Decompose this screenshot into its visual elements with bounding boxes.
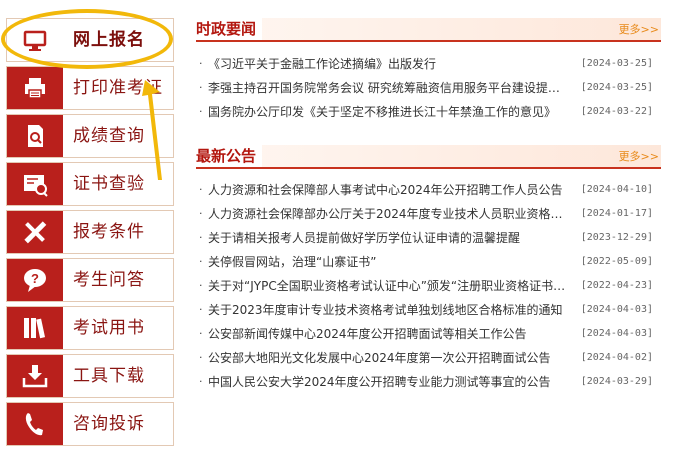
bullet: ·: [199, 375, 203, 388]
notices-header: 最新公告 更多>>: [196, 145, 661, 169]
menu-item-exam-books[interactable]: 考试用书: [6, 306, 174, 350]
notice-link[interactable]: 中国人民公安大学2024年度公开招聘专业能力测试等事宜的公告: [208, 370, 568, 394]
notices-title: 最新公告: [196, 145, 263, 167]
menu-label: 工具下载: [73, 366, 145, 386]
news-date: [2024-03-25]: [580, 58, 653, 69]
notices-list: · 人力资源和社会保障部人事考试中心2024年公开招聘工作人员公告 [2024-04…: [196, 178, 661, 394]
news-list: · 《习近平关于金融工作论述摘编》出版发行 [2024-03-25] · 李强主持召开…: [196, 52, 661, 124]
notice-date: [2024-04-03]: [580, 328, 653, 339]
question-bubble-icon: ?: [7, 259, 63, 301]
list-item: · 中国人民公安大学2024年度公开招聘专业能力测试等事宜的公告 [2024-03-…: [196, 370, 661, 394]
notice-date: [2022-05-09]: [580, 256, 653, 267]
menu-label: 报考条件: [73, 222, 145, 242]
list-item: · 公安部新闻传媒中心2024年度公开招聘面试等相关工作公告 [2024-04-03…: [196, 322, 661, 346]
news-title: 时政要闻: [196, 18, 263, 40]
notices-section: 最新公告 更多>> · 人力资源和社会保障部人事考试中心2024年公开招聘工作人员…: [196, 145, 661, 394]
news-header: 时政要闻 更多>>: [196, 18, 661, 42]
list-item: · 关停假冒网站，治理“山寨证书” [2022-05-09]: [196, 250, 661, 274]
document-search-icon: [7, 115, 63, 157]
menu-label: 证书查验: [73, 174, 145, 194]
printer-icon: [7, 67, 63, 109]
bullet: ·: [199, 255, 203, 268]
books-icon: [7, 307, 63, 349]
menu-item-exam-requirements[interactable]: 报考条件: [6, 210, 174, 254]
menu-label: 网上报名: [73, 30, 145, 50]
list-item: · 关于2023年度审计专业技术资格考试单独划线地区合格标准的通知 [2024-04…: [196, 298, 661, 322]
menu-item-print-admission[interactable]: 打印准考证: [6, 66, 174, 110]
bullet: ·: [199, 207, 203, 220]
news-link[interactable]: 李强主持召开国务院常务会议 研究统筹融资信用服务平台建设提质增效: [208, 76, 568, 100]
bullet: ·: [199, 351, 203, 364]
pencil-ruler-icon: [7, 211, 63, 253]
news-section: 时政要闻 更多>> · 《习近平关于金融工作论述摘编》出版发行 [2024-03-2…: [196, 18, 661, 124]
menu-item-faq[interactable]: ? 考生问答: [6, 258, 174, 302]
certificate-search-icon: [7, 163, 63, 205]
menu-label: 咨询投诉: [73, 414, 145, 434]
notice-link[interactable]: 人力资源和社会保障部人事考试中心2024年公开招聘工作人员公告: [208, 178, 568, 202]
bullet: ·: [199, 57, 203, 70]
notice-link[interactable]: 关于请相关报考人员提前做好学历学位认证申请的温馨提醒: [208, 226, 568, 250]
list-item: · 《习近平关于金融工作论述摘编》出版发行 [2024-03-25]: [196, 52, 661, 76]
news-link[interactable]: 国务院办公厅印发《关于坚定不移推进长江十年禁渔工作的意见》: [208, 100, 568, 124]
download-tray-icon: [7, 355, 63, 397]
list-item: · 关于对“JYPC全国职业资格考试认证中心”颁发“注册职业资格证书”的声明 [20…: [196, 274, 661, 298]
news-date: [2024-03-22]: [580, 106, 653, 117]
bullet: ·: [199, 81, 203, 94]
notice-link[interactable]: 公安部新闻传媒中心2024年度公开招聘面试等相关工作公告: [208, 322, 568, 346]
menu-label: 成绩查询: [73, 126, 145, 146]
notice-date: [2023-12-29]: [580, 232, 653, 243]
notice-date: [2022-04-23]: [580, 280, 653, 291]
notice-link[interactable]: 人力资源社会保障部办公厅关于2024年度专业技术人员职业资格考试工作计划: [208, 202, 568, 226]
list-item: · 国务院办公厅印发《关于坚定不移推进长江十年禁渔工作的意见》 [2024-03-2…: [196, 100, 661, 124]
news-link[interactable]: 《习近平关于金融工作论述摘编》出版发行: [208, 52, 568, 76]
bullet: ·: [199, 327, 203, 340]
notice-date: [2024-03-29]: [580, 376, 653, 387]
list-item: · 人力资源和社会保障部人事考试中心2024年公开招聘工作人员公告 [2024-04…: [196, 178, 661, 202]
bullet: ·: [199, 303, 203, 316]
menu-item-tools-download[interactable]: 工具下载: [6, 354, 174, 398]
notice-date: [2024-04-02]: [580, 352, 653, 363]
list-item: · 关于请相关报考人员提前做好学历学位认证申请的温馨提醒 [2023-12-29]: [196, 226, 661, 250]
notice-link[interactable]: 关于2023年度审计专业技术资格考试单独划线地区合格标准的通知: [208, 298, 568, 322]
notice-link[interactable]: 公安部大地阳光文化发展中心2024年度第一次公开招聘面试公告: [208, 346, 568, 370]
list-item: · 公安部大地阳光文化发展中心2024年度第一次公开招聘面试公告 [2024-04-…: [196, 346, 661, 370]
telephone-icon: [7, 403, 63, 445]
notice-date: [2024-04-10]: [580, 184, 653, 195]
menu-item-certificate-check[interactable]: 证书查验: [6, 162, 174, 206]
monitor-icon: [7, 19, 63, 61]
menu-item-score-query[interactable]: 成绩查询: [6, 114, 174, 158]
list-item: · 李强主持召开国务院常务会议 研究统筹融资信用服务平台建设提质增效 [2024-0…: [196, 76, 661, 100]
notice-date: [2024-01-17]: [580, 208, 653, 219]
list-item: · 人力资源社会保障部办公厅关于2024年度专业技术人员职业资格考试工作计划 [20…: [196, 202, 661, 226]
bullet: ·: [199, 279, 203, 292]
menu-label: 打印准考证: [73, 78, 163, 98]
news-date: [2024-03-25]: [580, 82, 653, 93]
menu-item-online-registration[interactable]: 网上报名: [6, 18, 174, 62]
notices-more-link[interactable]: 更多>>: [619, 148, 659, 164]
bullet: ·: [199, 231, 203, 244]
svg-text:?: ?: [31, 271, 39, 286]
bullet: ·: [199, 183, 203, 196]
notice-link[interactable]: 关于对“JYPC全国职业资格考试认证中心”颁发“注册职业资格证书”的声明: [208, 274, 568, 298]
menu-item-consult-complaint[interactable]: 咨询投诉: [6, 402, 174, 446]
notice-link[interactable]: 关停假冒网站，治理“山寨证书”: [208, 250, 568, 274]
bullet: ·: [199, 105, 203, 118]
menu-label: 考生问答: [73, 270, 145, 290]
notice-date: [2024-04-03]: [580, 304, 653, 315]
menu-label: 考试用书: [73, 318, 145, 338]
news-more-link[interactable]: 更多>>: [619, 21, 659, 37]
